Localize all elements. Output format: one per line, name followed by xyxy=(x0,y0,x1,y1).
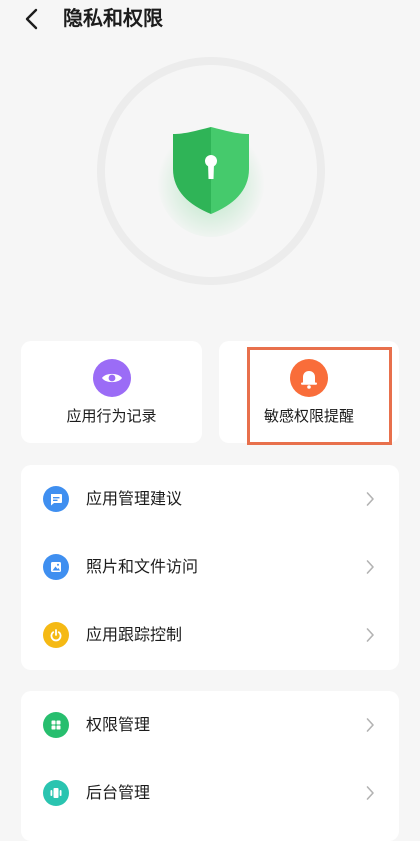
app-stack-icon xyxy=(50,788,62,798)
list-item-app-management-suggestions[interactable]: 应用管理建议 xyxy=(21,465,399,533)
top-bar: 隐私和权限 xyxy=(0,0,420,40)
grid-icon xyxy=(51,720,61,730)
list-item-app-tracking-control[interactable]: 应用跟踪控制 xyxy=(21,601,399,669)
privacy-shield-graphic xyxy=(95,55,327,287)
list-item-permission-management[interactable]: 权限管理 xyxy=(21,691,399,759)
permission-management-label: 权限管理 xyxy=(86,715,151,734)
power-icon xyxy=(50,629,62,642)
app-management-suggestions-label: 应用管理建议 xyxy=(86,489,183,508)
settings-group-1: 应用管理建议 照片和文件访问 应用跟踪控制 xyxy=(21,465,399,670)
settings-group-2: 权限管理 后台管理 xyxy=(21,691,399,841)
list-item-photo-file-access[interactable]: 照片和文件访问 xyxy=(21,533,399,601)
photo-file-access-label: 照片和文件访问 xyxy=(86,557,199,576)
app-tracking-control-icon-badge xyxy=(43,622,69,648)
highlight-box xyxy=(247,347,392,445)
app-behavior-record-label: 应用行为记录 xyxy=(66,407,157,425)
chevron-right-icon xyxy=(366,718,374,732)
page-title: 隐私和权限 xyxy=(63,6,163,30)
app-behavior-record-card[interactable]: 应用行为记录 xyxy=(21,341,202,443)
permission-management-icon-badge xyxy=(43,712,69,738)
chevron-left-icon xyxy=(25,8,38,30)
chevron-right-icon xyxy=(366,560,374,574)
chevron-right-icon xyxy=(366,786,374,800)
back-button[interactable] xyxy=(22,6,44,32)
background-management-label: 后台管理 xyxy=(86,783,151,802)
image-icon xyxy=(51,562,61,572)
chevron-right-icon xyxy=(366,492,374,506)
app-tracking-control-label: 应用跟踪控制 xyxy=(86,625,183,644)
background-management-icon-badge xyxy=(43,780,69,806)
message-icon xyxy=(51,494,62,506)
chevron-right-icon xyxy=(366,628,374,642)
app-behavior-record-icon-badge xyxy=(92,359,131,397)
photo-file-access-icon-badge xyxy=(43,554,69,580)
app-management-suggestions-icon-badge xyxy=(43,486,69,512)
eye-icon xyxy=(101,373,122,383)
list-item-background-management[interactable]: 后台管理 xyxy=(21,759,399,827)
